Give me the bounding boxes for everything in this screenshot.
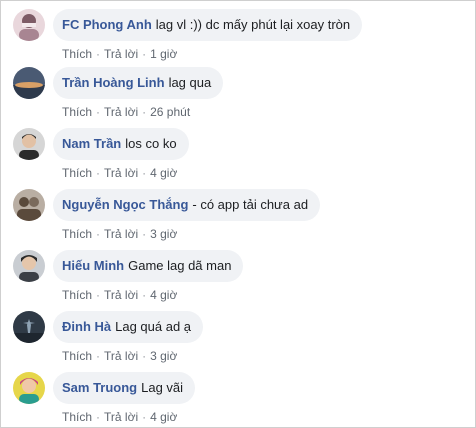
separator-dot: · [96,47,101,61]
avatar-person-icon [13,128,45,160]
separator-dot: · [96,288,101,302]
separator-dot: · [142,105,147,119]
separator-dot: · [96,349,101,363]
reply-link[interactable]: Trả lời [104,227,138,241]
comment-time[interactable]: 4 giờ [150,410,177,424]
reply-link[interactable]: Trả lời [104,105,138,119]
separator-dot: · [96,410,101,424]
comment-time[interactable]: 3 giờ [150,227,177,241]
reply-link[interactable]: Trả lời [104,410,138,424]
comment-author[interactable]: Nam Trần [62,136,121,151]
avatar[interactable] [13,9,45,41]
like-link[interactable]: Thích [62,288,92,302]
like-link[interactable]: Thích [62,349,92,363]
like-link[interactable]: Thích [62,166,92,180]
comment-actions: Thích · Trả lời · 3 giờ [62,349,177,363]
comment-author[interactable]: Hiếu Minh [62,258,124,273]
separator-dot: · [142,288,147,302]
comment-author[interactable]: FC Phong Anh [62,17,152,32]
comment-bubble: Hiếu Minh Game lag dã man [53,250,244,282]
comment-time[interactable]: 4 giờ [150,288,177,302]
separator-dot: · [142,410,147,424]
comment-actions: Thích · Trả lời · 4 giờ [62,166,177,180]
avatar-photo-icon [13,9,45,41]
reply-link[interactable]: Trả lời [104,166,138,180]
comment-text: Lag vãi [141,380,184,395]
like-link[interactable]: Thích [62,410,92,424]
comment-bubble: Nam Trần los co ko [53,128,189,160]
comment-text: Lag quá ad ạ [115,319,192,334]
comment-list: FC Phong Anh lag vl :)) dc mấy phút lại x… [0,0,476,428]
avatar[interactable] [13,128,45,160]
reply-link[interactable]: Trả lời [104,47,138,61]
comment-bubble: Sam Truong Lag vãi [53,372,196,404]
comment-text: los co ko [125,136,177,151]
comment-text: - có app tải chưa ad [192,197,309,212]
comment-bubble: FC Phong Anh lag vl :)) dc mấy phút lại x… [53,9,363,41]
comment-time[interactable]: 3 giờ [150,349,177,363]
reply-link[interactable]: Trả lời [104,288,138,302]
comment-actions: Thích · Trả lời · 1 giờ [62,47,177,61]
separator-dot: · [142,47,147,61]
comment-text: Game lag dã man [128,258,232,273]
comment-text: lag qua [168,75,212,90]
reply-link[interactable]: Trả lời [104,349,138,363]
avatar-silhouette-icon [13,311,45,343]
separator-dot: · [142,166,147,180]
avatar[interactable] [13,189,45,221]
comment-bubble: Nguyễn Ngọc Thắng - có app tải chưa ad [53,189,321,221]
separator-dot: · [96,166,101,180]
comment-time[interactable]: 26 phút [150,105,190,119]
avatar[interactable] [13,67,45,99]
comment-actions: Thích · Trả lời · 3 giờ [62,227,177,241]
avatar[interactable] [13,372,45,404]
comment-author[interactable]: Đinh Hà [62,319,111,334]
avatar-sunset-icon [13,67,45,99]
separator-dot: · [96,227,101,241]
avatar[interactable] [13,311,45,343]
avatar-person-icon [13,250,45,282]
comment-author[interactable]: Nguyễn Ngọc Thắng [62,197,188,212]
separator-dot: · [96,105,101,119]
comment-bubble: Đinh Hà Lag quá ad ạ [53,311,204,343]
comment-text: lag vl :)) dc mấy phút lại xoay tròn [155,17,351,32]
comment-actions: Thích · Trả lời · 4 giờ [62,410,177,424]
avatar-colorful-icon [13,372,45,404]
comment-time[interactable]: 4 giờ [150,166,177,180]
comment-time[interactable]: 1 giờ [150,47,177,61]
avatar-group-icon [13,189,45,221]
separator-dot: · [142,227,147,241]
comment-author[interactable]: Sam Truong [62,380,137,395]
like-link[interactable]: Thích [62,227,92,241]
like-link[interactable]: Thích [62,105,92,119]
avatar[interactable] [13,250,45,282]
separator-dot: · [142,349,147,363]
comment-bubble: Trần Hoàng Linh lag qua [53,67,224,99]
comment-actions: Thích · Trả lời · 4 giờ [62,288,177,302]
comment-actions: Thích · Trả lời · 26 phút [62,105,190,119]
like-link[interactable]: Thích [62,47,92,61]
comment-author[interactable]: Trần Hoàng Linh [62,75,165,90]
